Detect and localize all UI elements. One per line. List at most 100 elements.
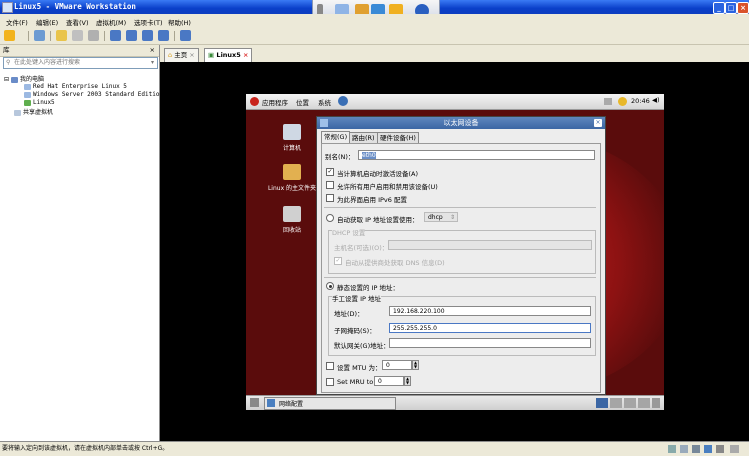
guest-clock[interactable]: 20:46 [631,97,650,105]
tab-bar: ⌂ 主页 × ▣ Linux5 × [160,45,749,63]
tree-vm-win2003[interactable]: Windows Server 2003 Standard Edition [24,91,163,98]
activate-checkbox[interactable]: ✓ [326,168,334,176]
maximize-button[interactable]: □ [725,2,737,14]
view-unity-icon[interactable] [158,30,169,41]
tree-vm-linux5[interactable]: Linux5 [24,99,55,106]
home-icon: ⌂ [168,51,173,59]
menu-edit[interactable]: 编辑(E) [36,17,58,27]
mtu-spin-button[interactable]: ▲ ▼ [412,360,419,370]
trash-applet-icon[interactable] [652,398,660,408]
mtu-value: 0 [386,362,390,369]
network-status-icon[interactable] [604,98,612,105]
guest-menu-system[interactable]: 系统 [318,97,331,107]
hdd-icon[interactable] [668,445,676,453]
menu-file[interactable]: 文件(F) [6,17,28,27]
menu-bar: 文件(F) 编辑(E) 查看(V) 虚拟机(M) 选项卡(T) 帮助(H) [0,14,749,28]
tree-my-computer-label: 我的电脑 [19,76,44,83]
desktop-icon-computer[interactable]: 计算机 [262,124,322,152]
show-desktop-icon[interactable] [250,398,259,407]
view-library-icon[interactable] [110,30,121,41]
desktop-icon-trash[interactable]: 回收站 [262,206,322,234]
menu-vm[interactable]: 虚拟机(M) [96,17,126,27]
tree-shared-vms[interactable]: 共享虚拟机 [14,107,53,116]
dhcp-group [328,230,596,274]
static-ip-radio[interactable] [326,282,334,290]
tree-vm-label: Windows Server 2003 Standard Edition [33,91,164,98]
workspace-1[interactable] [596,398,608,408]
chevron-down-icon[interactable]: ▾ [151,58,154,68]
trash-icon [283,206,301,222]
subnet-field[interactable]: 255.255.255.0 [389,323,591,333]
subnet-value: 255.255.255.0 [393,325,437,332]
mru-field[interactable]: 0 [374,376,404,386]
separator [324,277,596,278]
tab-linux5[interactable]: ▣ Linux5 × [204,48,253,62]
guest-menu-places[interactable]: 位置 [296,97,309,107]
workspace-4[interactable] [638,398,650,408]
library-search-input[interactable]: ⚲ 在此处键入内容进行搜索 ▾ [3,57,158,69]
nickname-field[interactable]: eth0 [358,150,595,160]
desktop-icon-home[interactable]: Linux 的主文件夹 [262,164,322,192]
dialog-close-button[interactable]: × [594,119,602,127]
workspace-2[interactable] [610,398,622,408]
desktop-icon-label: 计算机 [282,145,301,152]
menu-help[interactable]: 帮助(H) [168,17,191,27]
auto-ip-radio[interactable] [326,214,334,222]
snapshot-manager-icon[interactable] [88,30,99,41]
address-field[interactable]: 192.168.220.100 [389,306,591,316]
desktop-icon-label: 回收站 [282,227,301,234]
message-log-icon[interactable] [730,445,739,453]
gateway-label: 默认网关(G)地址： [334,342,390,350]
vmware-app-icon [2,2,13,13]
address-label: 地址(D)： [334,310,364,318]
network-adapter-icon[interactable] [34,30,45,41]
library-close-icon[interactable]: × [150,45,155,56]
snapshot-revert-icon[interactable] [72,30,83,41]
power-on-icon[interactable] [4,30,15,41]
snapshot-take-icon[interactable] [56,30,67,41]
mtu-field[interactable]: 0 [382,360,412,370]
ipv6-checkbox[interactable] [326,194,334,202]
dialog-general-panel: 别名(N)： eth0 ✓ 当计算机启动时激活设备(A) 允许所有用户启用和禁用… [321,143,601,393]
view-thumbnail-icon[interactable] [180,30,191,41]
mtu-checkbox[interactable] [326,362,334,370]
view-fullscreen-icon[interactable] [142,30,153,41]
taskbar-item-label: 网络配置 [279,401,304,408]
guest-menu-applications[interactable]: 应用程序 [262,97,288,107]
floppy-icon[interactable] [692,445,700,453]
mru-label: Set MRU to: [337,378,376,386]
volume-icon[interactable]: ◀) [652,96,660,104]
minimize-button[interactable]: _ [713,2,725,14]
tree-my-computer[interactable]: ⊟ 我的电脑 [4,74,44,83]
manual-ip-group-title: 手工设置 IP 地址 [332,293,381,303]
mru-checkbox[interactable] [326,378,334,386]
main-toolbar [0,28,749,45]
redhat-icon [250,97,259,106]
menu-view[interactable]: 查看(V) [66,17,89,27]
tree-vm-rhel5[interactable]: Red Hat Enterprise Linux 5 [24,83,127,90]
view-console-icon[interactable] [126,30,137,41]
menu-tabs[interactable]: 选项卡(T) [134,17,163,27]
auto-dns-label: 自动从提供商处获取 DNS 信息(D) [345,259,445,267]
close-icon[interactable]: × [189,51,194,59]
auto-method-select[interactable]: dhcp ⇕ [424,212,458,222]
hostname-label: 主机名(可选)(O)： [334,244,389,252]
chevron-down-icon: ⇕ [449,214,455,221]
tab-home[interactable]: ⌂ 主页 × [164,48,199,62]
gateway-field[interactable] [389,338,591,348]
guest-top-panel: 应用程序 位置 系统 20:46 ◀) [246,94,664,110]
auto-dns-checkbox[interactable]: ✓ [334,257,342,265]
close-button[interactable]: × [737,2,749,14]
mru-spin-button[interactable]: ▲ ▼ [404,376,411,386]
web-browser-icon[interactable] [338,96,348,106]
allow-users-checkbox[interactable] [326,181,334,189]
hostname-field[interactable] [388,240,592,250]
usb-icon[interactable] [716,445,724,453]
update-icon[interactable] [618,97,627,106]
cdrom-icon[interactable] [680,445,688,453]
workspace-3[interactable] [624,398,636,408]
status-text: 要将输入定向到该虚拟机，请在虚拟机内部单击或按 Ctrl+G。 [2,445,169,452]
close-icon[interactable]: × [243,51,248,59]
network-icon[interactable] [704,445,712,453]
taskbar-item-network-config[interactable]: 网络配置 [264,397,396,410]
